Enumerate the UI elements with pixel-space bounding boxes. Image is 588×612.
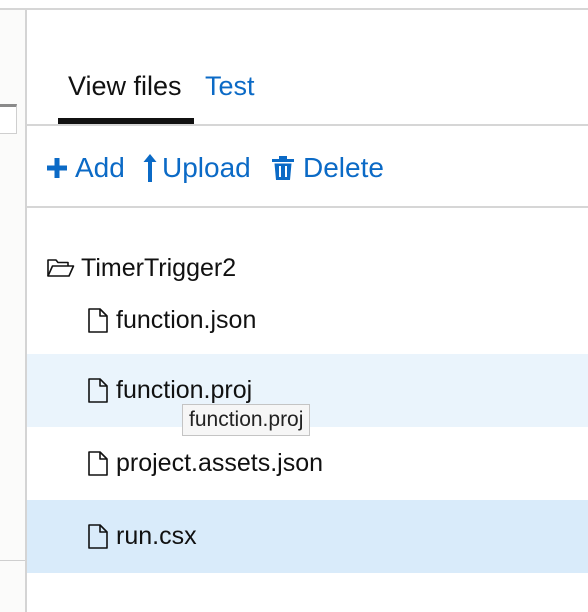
plus-icon	[47, 158, 67, 178]
add-button[interactable]: Add	[47, 150, 125, 186]
upload-arrow-icon	[142, 153, 158, 183]
delete-button[interactable]: Delete	[272, 150, 384, 186]
folder-item[interactable]: TimerTrigger2	[27, 248, 588, 288]
folder-label: TimerTrigger2	[81, 254, 237, 282]
file-icon	[88, 524, 108, 554]
left-panel	[0, 10, 27, 612]
tab-bar: View files Test	[27, 10, 588, 125]
file-icon	[88, 378, 108, 408]
file-label: run.csx	[116, 522, 197, 550]
tab-view-files[interactable]: View files	[68, 70, 182, 102]
file-icon	[88, 308, 108, 338]
file-label: function.json	[116, 306, 257, 334]
trash-icon	[272, 156, 294, 180]
file-item[interactable]: function.json	[27, 284, 588, 357]
file-icon	[88, 451, 108, 481]
upload-button-label: Upload	[162, 152, 251, 183]
file-toolbar: Add Upload Delete	[27, 126, 588, 206]
folder-open-icon	[47, 258, 75, 283]
upload-button[interactable]: Upload	[142, 150, 251, 186]
delete-button-label: Delete	[303, 152, 384, 183]
file-label: function.proj	[116, 376, 253, 404]
left-panel-divider	[0, 560, 25, 561]
file-item[interactable]: project.assets.json	[27, 427, 588, 500]
file-label: project.assets.json	[116, 449, 324, 477]
tab-test[interactable]: Test	[205, 70, 255, 102]
file-tooltip: function.proj	[182, 404, 311, 436]
add-button-label: Add	[75, 152, 125, 183]
file-item[interactable]: run.csx	[27, 500, 588, 573]
left-panel-input-stub[interactable]	[0, 104, 17, 134]
